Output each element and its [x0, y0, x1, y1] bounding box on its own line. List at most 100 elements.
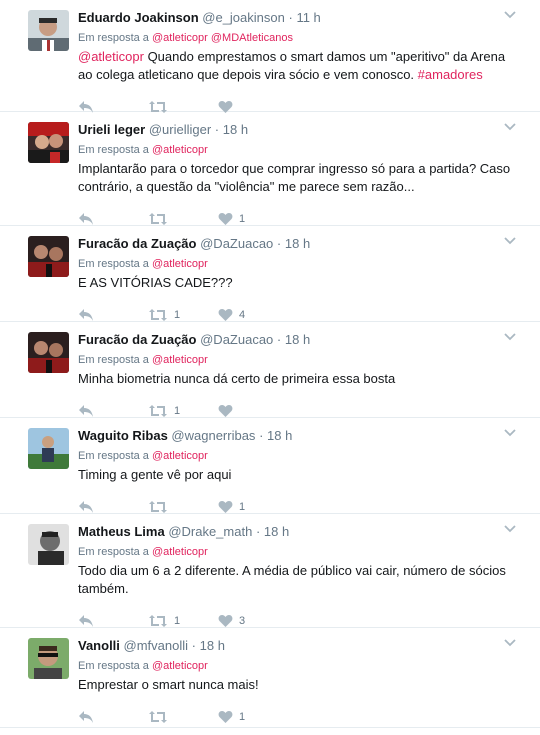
reply-mention[interactable]: @atleticopr: [152, 144, 208, 156]
like-count: 1: [239, 213, 246, 225]
tweet-text: Minha biometria nunca dá certo de primei…: [78, 371, 396, 386]
reply-button[interactable]: [78, 614, 148, 628]
tweet[interactable]: Furacão da Zuação @DaZuacao · 18 h Em re…: [0, 322, 540, 418]
tweet-text: E AS VITÓRIAS CADE???: [78, 275, 233, 290]
mention-link[interactable]: @atleticopr: [78, 49, 144, 64]
reply-context: Em resposta a @atleticopr @MDAtleticanos: [78, 31, 520, 45]
reply-button[interactable]: [78, 308, 148, 322]
chevron-down-icon[interactable]: [504, 232, 516, 250]
avatar[interactable]: [28, 236, 69, 277]
chevron-down-icon[interactable]: [504, 634, 516, 652]
author-handle[interactable]: @DaZuacao: [200, 236, 273, 251]
author-handle[interactable]: @wagnerribas: [171, 428, 255, 443]
tweet[interactable]: Urieli leger @urielliger · 18 h Em respo…: [0, 112, 540, 226]
avatar[interactable]: [28, 524, 69, 565]
avatar[interactable]: [28, 638, 69, 679]
reply-icon: [78, 404, 94, 418]
retweet-button[interactable]: [148, 710, 218, 724]
separator-dot: ·: [259, 428, 264, 443]
chevron-down-icon[interactable]: [504, 328, 516, 346]
reply-button[interactable]: [78, 500, 148, 514]
author-name[interactable]: Waguito Ribas: [78, 428, 168, 443]
timestamp[interactable]: 11 h: [296, 10, 320, 25]
author-handle[interactable]: @mfvanolli: [124, 638, 189, 653]
retweet-icon: [148, 500, 168, 514]
reply-context: Em resposta a @atleticopr: [78, 449, 520, 463]
reply-icon: [78, 212, 94, 226]
author-handle[interactable]: @e_joakinson: [202, 10, 285, 25]
like-button[interactable]: 3: [218, 614, 245, 628]
timestamp[interactable]: 18 h: [223, 122, 248, 137]
reply-mention[interactable]: @MDAtleticanos: [211, 32, 293, 44]
heart-icon: [218, 710, 233, 724]
tweet-header: Urieli leger @urielliger · 18 h: [78, 121, 520, 138]
tweet[interactable]: Matheus Lima @Drake_math · 18 h Em respo…: [0, 514, 540, 628]
separator-dot: ·: [276, 332, 282, 347]
author-handle[interactable]: @urielliger: [149, 122, 211, 137]
retweet-icon: [148, 308, 168, 322]
retweet-button[interactable]: [148, 212, 218, 226]
heart-icon: [218, 212, 233, 226]
separator-dot: ·: [191, 638, 196, 653]
timestamp[interactable]: 18 h: [285, 332, 310, 347]
tweet-header: Vanolli @mfvanolli · 18 h: [78, 637, 520, 654]
retweet-button[interactable]: [148, 500, 218, 514]
reply-button[interactable]: [78, 710, 148, 724]
timestamp[interactable]: 18 h: [264, 524, 289, 539]
like-count: 1: [239, 501, 246, 513]
retweet-button[interactable]: 1: [148, 308, 218, 322]
reply-mention[interactable]: @atleticopr: [152, 660, 208, 672]
tweet-text: Todo dia um 6 a 2 diferente. A média de …: [78, 563, 506, 596]
chevron-down-icon[interactable]: [504, 118, 516, 136]
timestamp[interactable]: 18 h: [200, 638, 225, 653]
avatar[interactable]: [28, 428, 69, 469]
reply-mention[interactable]: @atleticopr: [152, 354, 208, 366]
avatar[interactable]: [28, 332, 69, 373]
reply-context: Em resposta a @atleticopr: [78, 257, 520, 271]
tweet[interactable]: Eduardo Joakinson @e_joakinson · 11 h Em…: [0, 0, 540, 113]
chevron-down-icon[interactable]: [504, 6, 516, 24]
reply-mention[interactable]: @atleticopr: [152, 32, 208, 44]
like-button[interactable]: 1: [218, 710, 245, 724]
retweet-button[interactable]: 1: [148, 404, 218, 418]
hashtag-link[interactable]: #amadores: [418, 67, 483, 82]
reply-button[interactable]: [78, 212, 148, 226]
chevron-down-icon[interactable]: [504, 520, 516, 538]
author-name[interactable]: Vanolli: [78, 638, 120, 653]
avatar[interactable]: [28, 122, 69, 163]
separator-dot: ·: [214, 122, 220, 137]
tweet[interactable]: Furacão da Zuação @DaZuacao · 18 h Em re…: [0, 226, 540, 322]
author-handle[interactable]: @Drake_math: [168, 524, 252, 539]
avatar[interactable]: [28, 10, 69, 51]
author-handle[interactable]: @DaZuacao: [200, 332, 273, 347]
reply-mention[interactable]: @atleticopr: [152, 546, 208, 558]
tweet[interactable]: Vanolli @mfvanolli · 18 h Em resposta a …: [0, 628, 540, 728]
retweet-button[interactable]: 1: [148, 614, 218, 628]
like-button[interactable]: 1: [218, 500, 245, 514]
reply-prefix: Em resposta a: [78, 354, 149, 366]
heart-icon: [218, 404, 233, 418]
reply-context: Em resposta a @atleticopr: [78, 659, 520, 673]
reply-mention[interactable]: @atleticopr: [152, 258, 208, 270]
author-name[interactable]: Eduardo Joakinson: [78, 10, 199, 25]
retweet-count: 1: [174, 405, 181, 417]
reply-mention[interactable]: @atleticopr: [152, 450, 208, 462]
author-name[interactable]: Urieli leger: [78, 122, 145, 137]
like-button[interactable]: 1: [218, 212, 245, 226]
tweet[interactable]: Waguito Ribas @wagnerribas · 18 h Em res…: [0, 418, 540, 514]
tweet-text: Emprestar o smart nunca mais!: [78, 677, 259, 692]
retweet-icon: [148, 404, 168, 418]
reply-prefix: Em resposta a: [78, 660, 149, 672]
like-button[interactable]: 4: [218, 308, 245, 322]
reply-prefix: Em resposta a: [78, 32, 149, 44]
author-name[interactable]: Matheus Lima: [78, 524, 165, 539]
chevron-down-icon[interactable]: [504, 424, 516, 442]
heart-icon: [218, 308, 233, 322]
author-name[interactable]: Furacão da Zuação: [78, 332, 196, 347]
timestamp[interactable]: 18 h: [267, 428, 292, 443]
timestamp[interactable]: 18 h: [285, 236, 310, 251]
reply-prefix: Em resposta a: [78, 546, 149, 558]
like-button[interactable]: [218, 404, 239, 418]
reply-button[interactable]: [78, 404, 148, 418]
author-name[interactable]: Furacão da Zuação: [78, 236, 196, 251]
